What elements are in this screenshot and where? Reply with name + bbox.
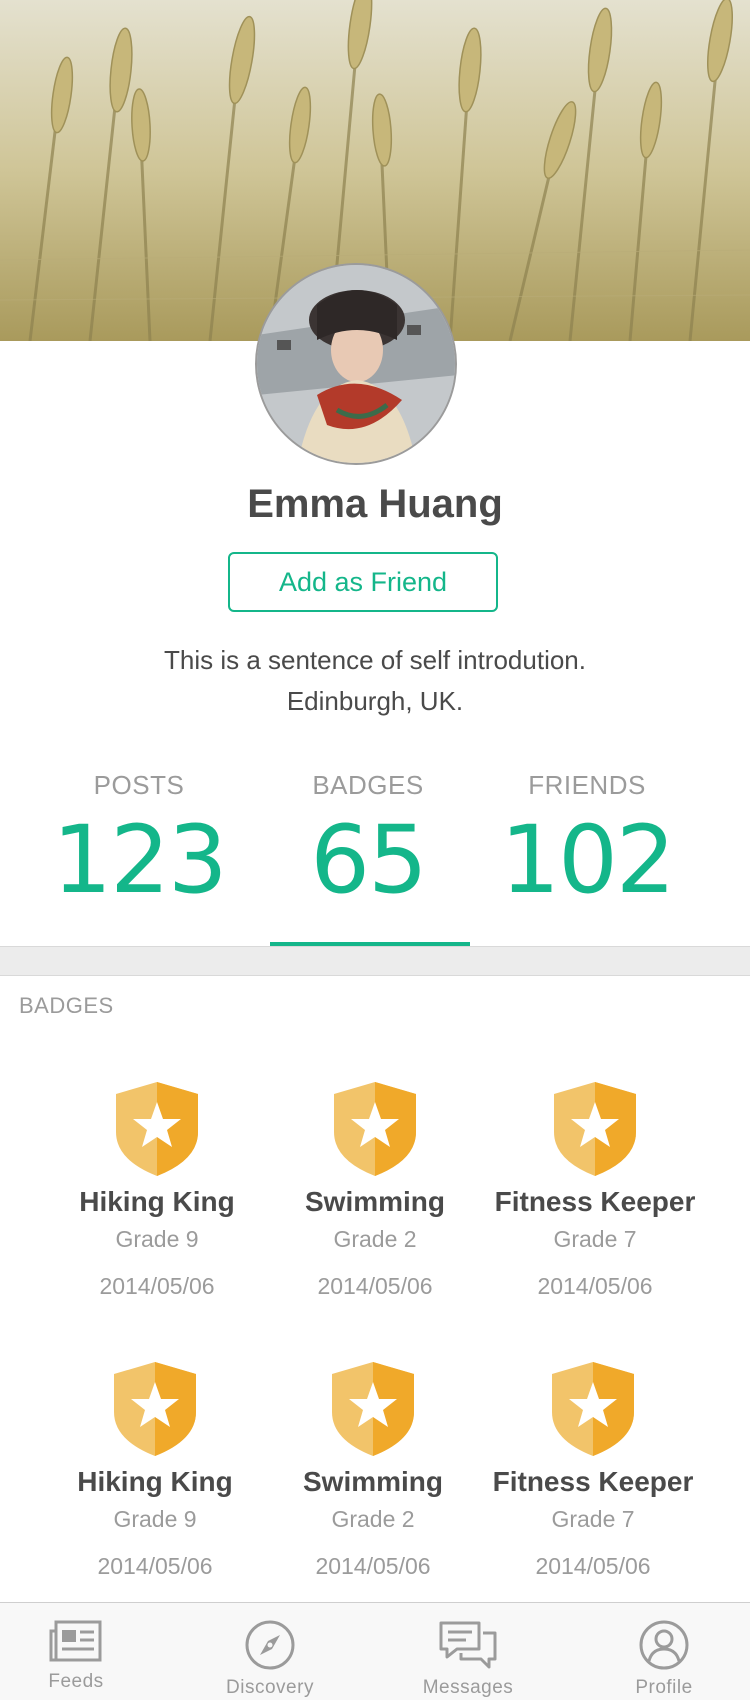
- badge-name: Hiking King: [79, 1186, 235, 1217]
- tab-label: Profile: [635, 1677, 693, 1698]
- tab-feeds[interactable]: Feeds: [6, 1603, 146, 1700]
- shield-star-icon: [552, 1362, 634, 1456]
- location-text: Edinburgh, UK.: [286, 686, 464, 716]
- add-friend-button[interactable]: Add as Friend: [228, 552, 498, 612]
- shield-star-icon: [554, 1082, 636, 1176]
- badge-date: 2014/05/06: [99, 1273, 215, 1299]
- badge-name: Hiking King: [77, 1466, 233, 1497]
- stat-value: 123: [52, 806, 227, 915]
- stat-value: 102: [500, 806, 675, 915]
- badge-name: Swimming: [304, 1186, 445, 1217]
- badge-item[interactable]: Fitness Keeper Grade 7 2014/05/06: [483, 1360, 703, 1580]
- badge-item[interactable]: Swimming Grade 2 2014/05/06: [263, 1360, 483, 1580]
- badge-grade: Grade 9: [113, 1506, 197, 1532]
- badge-date: 2014/05/06: [537, 1273, 653, 1299]
- shield-star-icon: [332, 1362, 414, 1456]
- tab-discovery[interactable]: Discovery: [200, 1603, 340, 1700]
- intro-text: This is a sentence of self introdution.: [163, 645, 586, 675]
- stat-friends[interactable]: FRIENDS 102: [477, 770, 697, 911]
- badge-date: 2014/05/06: [315, 1553, 431, 1579]
- badge-date: 2014/05/06: [97, 1553, 213, 1579]
- badge-grade: Grade 7: [551, 1506, 635, 1532]
- profile-stats: POSTS 123 BADGES 65 FRIENDS 102: [0, 770, 750, 945]
- tab-profile[interactable]: Profile: [594, 1603, 734, 1700]
- badge-date: 2014/05/06: [535, 1553, 651, 1579]
- tab-label: Feeds: [48, 1671, 104, 1692]
- badge-item[interactable]: Swimming Grade 2 2014/05/06: [265, 1080, 485, 1300]
- badges-section-title: BADGES: [19, 993, 114, 1018]
- tab-messages[interactable]: Messages: [398, 1603, 538, 1700]
- badge-grade: Grade 2: [331, 1506, 415, 1532]
- badge-grade: Grade 7: [553, 1226, 637, 1252]
- badge-item[interactable]: Hiking King Grade 9 2014/05/06: [45, 1360, 265, 1580]
- stat-badges[interactable]: BADGES 65: [258, 770, 478, 911]
- stat-label: BADGES: [312, 770, 424, 800]
- self-introduction: This is a sentence of self introdution. …: [0, 640, 750, 722]
- user-circle-icon: [639, 1620, 689, 1670]
- shield-star-icon: [116, 1082, 198, 1176]
- newspaper-icon: [49, 1620, 102, 1662]
- badge-name: Fitness Keeper: [492, 1466, 694, 1497]
- compass-icon: [245, 1620, 295, 1670]
- badge-item[interactable]: Hiking King Grade 9 2014/05/06: [47, 1080, 267, 1300]
- avatar-photo: [257, 265, 455, 463]
- badge-date: 2014/05/06: [317, 1273, 433, 1299]
- badge-item[interactable]: Fitness Keeper Grade 7 2014/05/06: [485, 1080, 705, 1300]
- badge-grade: Grade 9: [115, 1226, 199, 1252]
- avatar[interactable]: [255, 263, 457, 465]
- badge-name: Fitness Keeper: [494, 1186, 696, 1217]
- stat-label: POSTS: [93, 770, 185, 800]
- tab-label: Messages: [422, 1677, 514, 1698]
- profile-name: Emma Huang: [247, 482, 503, 526]
- bottom-tab-bar: Feeds Discovery Messages Profile: [0, 1602, 750, 1700]
- tab-label: Discovery: [226, 1677, 314, 1698]
- stat-label: FRIENDS: [528, 770, 646, 800]
- badge-grade: Grade 2: [333, 1226, 417, 1252]
- badge-name: Swimming: [302, 1466, 443, 1497]
- shield-star-icon: [334, 1082, 416, 1176]
- stat-value: 65: [310, 806, 428, 915]
- section-divider: [0, 946, 750, 976]
- shield-star-icon: [114, 1362, 196, 1456]
- stat-posts[interactable]: POSTS 123: [29, 770, 249, 911]
- chat-bubbles-icon: [439, 1621, 497, 1669]
